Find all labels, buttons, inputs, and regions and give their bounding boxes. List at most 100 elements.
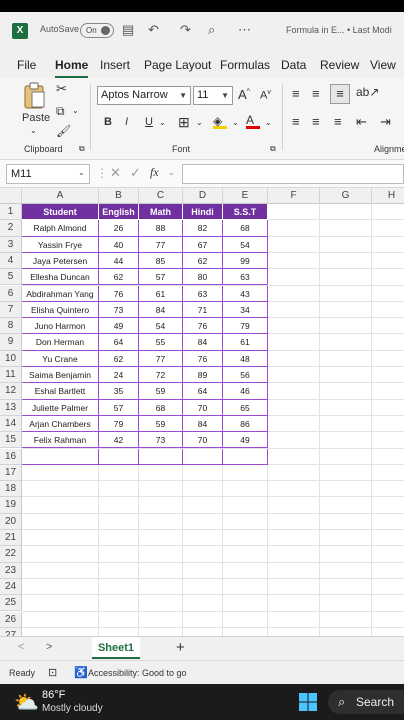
row-header[interactable]: 27 (0, 627, 22, 636)
score-cell[interactable]: 79 (223, 318, 268, 335)
score-cell[interactable]: 70 (183, 432, 223, 449)
score-cell[interactable]: 76 (99, 285, 139, 302)
score-cell[interactable]: 40 (99, 236, 139, 253)
student-name-cell[interactable]: Jaya Petersen (22, 252, 99, 270)
tab-home[interactable]: Home (55, 58, 89, 78)
undo-icon[interactable]: ↶ (148, 22, 159, 38)
score-cell[interactable]: 84 (139, 301, 183, 319)
score-cell[interactable]: 49 (223, 432, 268, 449)
enter-icon[interactable]: ✓ (130, 165, 141, 181)
row-header[interactable]: 23 (0, 562, 22, 579)
orientation-icon[interactable]: ab↗ (356, 85, 379, 99)
header-cell[interactable]: English (99, 204, 139, 221)
row-header[interactable]: 13 (0, 399, 22, 416)
student-name-cell[interactable]: Arjan Chambers (22, 415, 99, 433)
student-name-cell[interactable]: Eshal Bartlett (22, 383, 99, 400)
score-cell[interactable]: 71 (183, 301, 223, 319)
score-cell[interactable]: 57 (139, 269, 183, 286)
student-name-cell[interactable]: Ralph Almond (22, 220, 99, 237)
clipboard-launcher-icon[interactable]: ⧉ (79, 144, 85, 154)
score-cell[interactable]: 65 (223, 399, 268, 416)
next-sheet-icon[interactable]: > (46, 641, 52, 653)
student-name-cell[interactable]: Yassin Frye (22, 236, 99, 253)
score-cell[interactable]: 88 (139, 220, 183, 237)
score-cell[interactable]: 59 (139, 415, 183, 433)
prev-sheet-icon[interactable]: < (18, 641, 24, 653)
score-cell[interactable]: 56 (223, 367, 268, 384)
column-header-d[interactable]: D (183, 188, 223, 204)
row-header[interactable]: 20 (0, 513, 22, 530)
save-icon[interactable]: ▤ (122, 22, 134, 38)
score-cell[interactable]: 48 (223, 350, 268, 367)
student-name-cell[interactable]: Ellesha Duncan (22, 269, 99, 286)
shrink-font-button[interactable]: Av (260, 89, 271, 102)
paste-button[interactable]: Paste (22, 112, 50, 124)
student-name-cell[interactable]: Juliette Palmer (22, 399, 99, 416)
score-cell[interactable]: 84 (183, 334, 223, 351)
score-cell[interactable]: 72 (139, 367, 183, 384)
header-cell[interactable]: Math (139, 204, 183, 221)
score-cell[interactable]: 82 (183, 220, 223, 237)
fill-color-dropdown-icon[interactable]: ⌄ (232, 118, 239, 127)
score-cell[interactable]: 76 (183, 350, 223, 367)
fx-dropdown-icon[interactable]: ⌄ (168, 168, 175, 177)
row-header[interactable]: 10 (0, 350, 22, 367)
row-header[interactable]: 19 (0, 497, 22, 514)
tab-review[interactable]: Review (320, 58, 359, 72)
student-name-cell[interactable]: Elisha Quintero (22, 301, 99, 319)
underline-button[interactable]: U (145, 116, 153, 128)
redo-icon[interactable]: ↷ (180, 22, 191, 38)
row-header[interactable]: 1 (0, 204, 22, 221)
name-box-dropdown-icon[interactable]: ⌄ (78, 168, 85, 177)
paste-dropdown-icon[interactable]: ⌄ (30, 126, 37, 135)
student-name-cell[interactable] (22, 448, 99, 465)
formula-input[interactable] (182, 164, 404, 184)
score-cell[interactable]: 26 (99, 220, 139, 237)
add-sheet-button[interactable]: + (176, 639, 185, 656)
tab-file[interactable]: File (17, 58, 36, 72)
score-cell[interactable]: 43 (223, 285, 268, 302)
student-name-cell[interactable]: Don Herman (22, 334, 99, 351)
student-name-cell[interactable]: Saima Benjamin (22, 367, 99, 384)
score-cell[interactable]: 80 (183, 269, 223, 286)
borders-dropdown-icon[interactable]: ⌄ (196, 118, 203, 127)
font-launcher-icon[interactable]: ⧉ (270, 144, 276, 154)
row-header[interactable]: 21 (0, 530, 22, 547)
increase-indent-icon[interactable]: ⇥ (380, 114, 391, 130)
score-cell[interactable]: 99 (223, 252, 268, 270)
row-header[interactable]: 18 (0, 481, 22, 498)
align-bottom-icon[interactable]: ≡ (330, 84, 350, 104)
row-header[interactable]: 3 (0, 236, 22, 253)
tab-page-layout[interactable]: Page Layout (144, 58, 211, 72)
row-header[interactable]: 9 (0, 334, 22, 351)
copy-icon[interactable]: ⧉ (56, 104, 65, 119)
score-cell[interactable]: 59 (139, 383, 183, 400)
column-header-a[interactable]: A (22, 188, 99, 204)
row-header[interactable]: 12 (0, 383, 22, 400)
worksheet-grid[interactable]: ABCDEFGH 1 2 3 4 5 6 7 8 9 10 11 12 13 14 15 16 17 18 19 20… (0, 188, 404, 636)
row-header[interactable]: 5 (0, 269, 22, 286)
score-cell[interactable]: 55 (139, 334, 183, 351)
score-cell[interactable]: 64 (183, 383, 223, 400)
taskbar-search[interactable]: ⌕ Search (328, 690, 404, 714)
score-cell[interactable]: 46 (223, 383, 268, 400)
windows-start-icon[interactable] (298, 692, 318, 712)
underline-dropdown-icon[interactable]: ⌄ (159, 118, 166, 127)
font-size-dropdown[interactable]: 11 ▼ (193, 86, 233, 105)
customize-toolbar-icon[interactable]: ⋯ (238, 22, 251, 38)
format-painter-icon[interactable]: ⌕ (208, 22, 215, 38)
row-header[interactable]: 25 (0, 595, 22, 612)
row-header[interactable]: 17 (0, 464, 22, 482)
student-name-cell[interactable]: Juno Harmon (22, 318, 99, 335)
decrease-indent-icon[interactable]: ⇤ (356, 114, 367, 130)
score-cell[interactable]: 35 (99, 383, 139, 400)
header-cell[interactable]: Hindi (183, 204, 223, 221)
score-cell[interactable]: 86 (223, 415, 268, 433)
row-header[interactable]: 7 (0, 301, 22, 319)
align-middle-icon[interactable]: ≡ (312, 86, 320, 101)
column-header-b[interactable]: B (99, 188, 139, 204)
tab-formulas[interactable]: Formulas (220, 58, 270, 72)
score-cell[interactable]: 42 (99, 432, 139, 449)
header-cell[interactable]: S.S.T (223, 204, 268, 221)
score-cell[interactable]: 68 (139, 399, 183, 416)
